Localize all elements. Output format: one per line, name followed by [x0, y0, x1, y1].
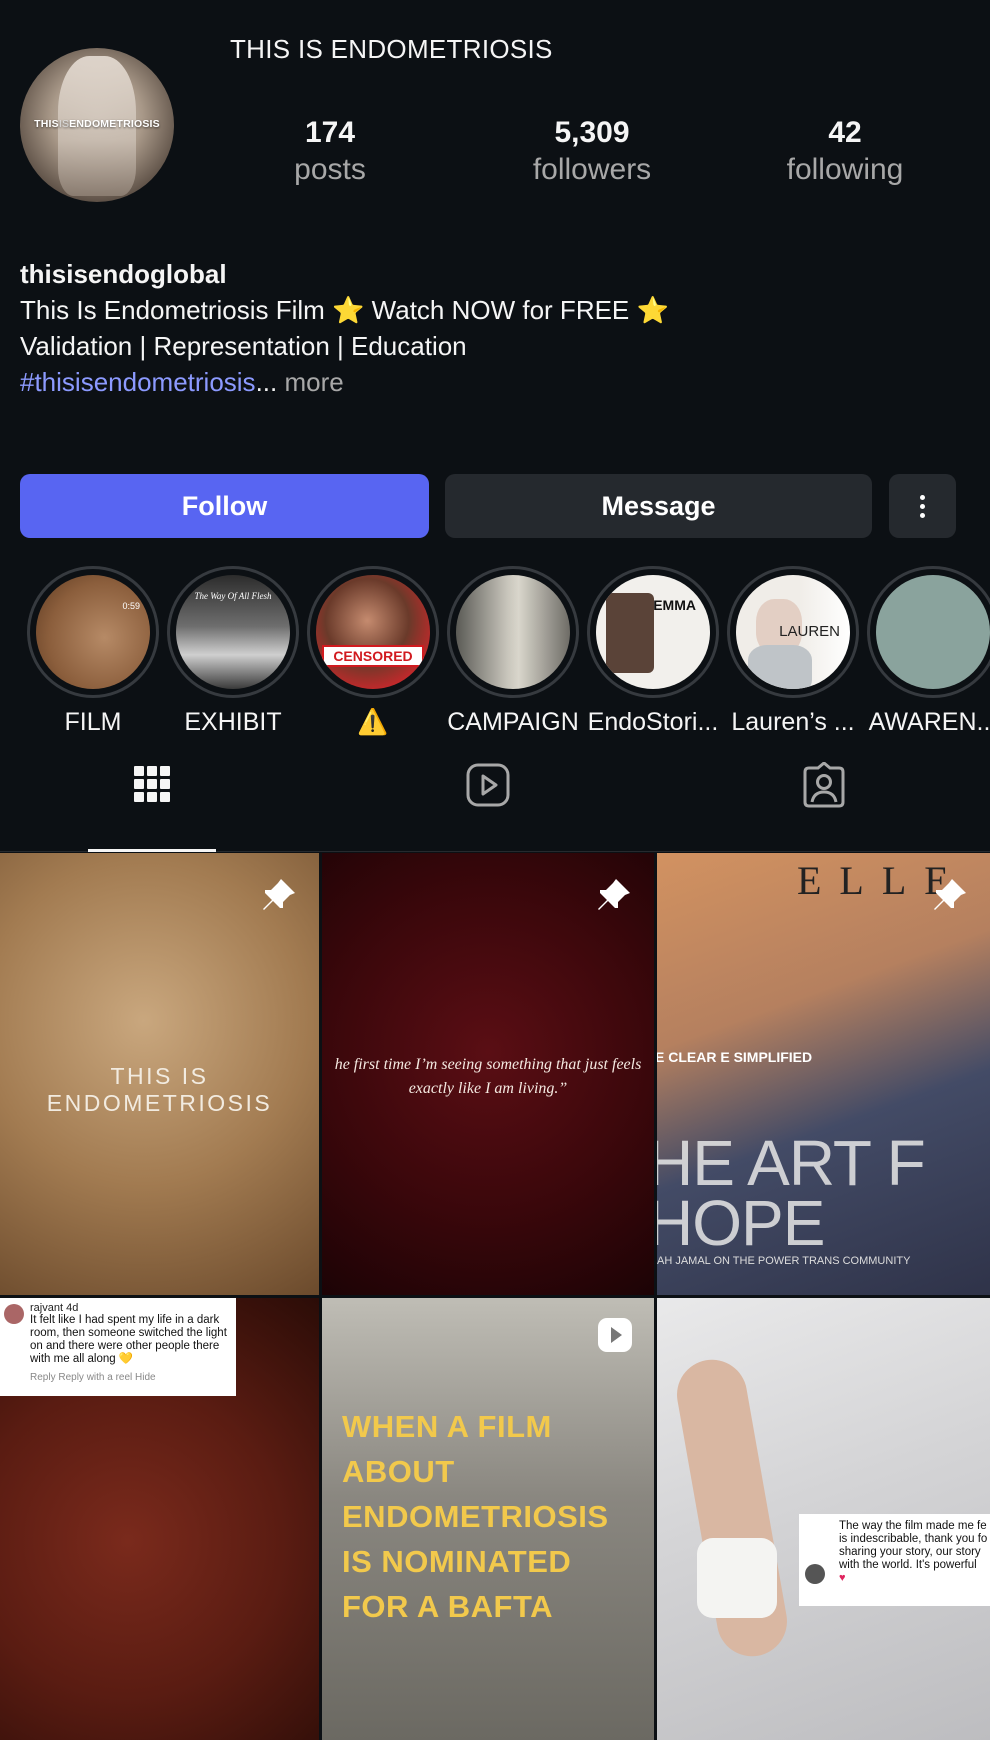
highlight-campaign[interactable]: CAMPAIGN: [447, 566, 579, 736]
pin-icon: [934, 879, 966, 910]
highlight-censored-tag: CENSORED: [322, 645, 424, 667]
stat-following-value: 42: [828, 116, 862, 149]
post-magazine-headline: HE ART F HOPE: [657, 1127, 926, 1259]
tab-tagged[interactable]: [760, 762, 888, 852]
highlight-exhibit[interactable]: The Way Of All Flesh EXHIBIT: [167, 566, 299, 736]
reels-icon: [466, 763, 510, 807]
highlight-endostories-cover: EMMA: [596, 575, 710, 689]
grid-icon: [134, 766, 170, 802]
stat-posts-value: 174: [304, 116, 356, 149]
highlight-film[interactable]: 0:59 FILM: [27, 566, 159, 736]
highlight-endostories[interactable]: EMMA EndoStori...: [587, 566, 719, 736]
post-magazine-cover-line: E CLEAR E SIMPLIFIED: [657, 1049, 813, 1065]
more-vertical-icon: [920, 494, 925, 518]
bio-line-3: #thisisendometriosis... more: [20, 364, 960, 400]
highlight-warning-label: ⚠️: [357, 708, 389, 736]
reel-icon: [598, 1318, 632, 1352]
comment-body: The way the film made me fe is indescrib…: [839, 1520, 988, 1571]
post-quote-text: he first time I’m seeing something that …: [334, 1056, 642, 1097]
highlight-campaign-cover: [456, 575, 570, 689]
bio-more-link[interactable]: more: [277, 367, 343, 397]
highlight-awareness[interactable]: AWAREN...: [867, 566, 990, 736]
stat-followers-label: followers: [532, 153, 652, 186]
highlight-film-duration: 0:59: [122, 601, 140, 611]
highlight-exhibit-caption: The Way Of All Flesh: [194, 591, 272, 601]
profile-tabs: [0, 740, 990, 852]
avatar[interactable]: THISISENDOMETRIOSIS: [20, 48, 174, 202]
stat-following[interactable]: 42 following: [745, 116, 945, 190]
post-tile[interactable]: THIS IS ENDOMETRIOSIS: [0, 853, 319, 1295]
more-options-button[interactable]: [889, 474, 956, 538]
stat-followers-value: 5,309: [554, 116, 630, 149]
post-bandage-shape: [697, 1538, 777, 1618]
pin-icon: [598, 879, 630, 910]
highlight-film-cover: 0:59: [36, 575, 150, 689]
bio-line-2: Validation | Representation | Education: [20, 331, 467, 361]
follow-button[interactable]: Follow: [20, 474, 429, 538]
highlight-endostories-name: EMMA: [653, 597, 696, 613]
highlight-lauren-name: LAUREN: [779, 623, 840, 640]
highlight-awareness-label: AWAREN...: [868, 708, 990, 736]
profile-actions: Follow Message: [20, 474, 960, 538]
bio-line-1: This Is Endometriosis Film ⭐ Watch NOW f…: [20, 295, 669, 325]
highlight-exhibit-label: EXHIBIT: [184, 708, 282, 736]
highlight-endostories-label: EndoStori...: [587, 708, 719, 736]
post-tile[interactable]: WHEN A FILM ABOUT ENDOMETRIOSIS IS NOMIN…: [322, 1298, 654, 1740]
highlight-warning-cover: CENSORED: [316, 575, 430, 689]
highlight-exhibit-cover: The Way Of All Flesh: [176, 575, 290, 689]
bio-hashtag-link[interactable]: #thisisendometriosis: [20, 367, 256, 397]
highlight-campaign-label: CAMPAIGN: [447, 708, 579, 736]
stat-posts[interactable]: 174 posts: [230, 116, 430, 190]
commenter-avatar: [4, 1304, 24, 1324]
pin-icon: [263, 879, 295, 910]
comment-body: It felt like I had spent my life in a da…: [30, 1314, 227, 1365]
avatar-logo-text: THISISENDOMETRIOSIS: [34, 118, 160, 130]
highlight-lauren[interactable]: LAUREN Lauren’s ...: [727, 566, 859, 736]
post-tile[interactable]: The way the film made me fe is indescrib…: [657, 1298, 990, 1740]
highlight-lauren-cover: LAUREN: [736, 575, 850, 689]
post-headline-text: WHEN A FILM ABOUT ENDOMETRIOSIS IS NOMIN…: [342, 1409, 609, 1624]
message-button[interactable]: Message: [445, 474, 872, 538]
highlight-awareness-cover: [876, 575, 990, 689]
profile-bio: thisisendoglobal This Is Endometriosis F…: [20, 256, 960, 400]
comment-user: rajvant 4d: [30, 1302, 79, 1314]
stat-followers[interactable]: 5,309 followers: [492, 116, 692, 190]
post-magazine-caption: AH JAMAL ON THE POWER TRANS COMMUNITY: [657, 1255, 911, 1267]
heart-icon: ♥: [839, 1572, 846, 1584]
stat-following-label: following: [786, 153, 904, 186]
stat-posts-label: posts: [294, 153, 366, 186]
post-comment-card: rajvant 4d It felt like I had spent my l…: [0, 1298, 236, 1396]
profile-display-name: THIS IS ENDOMETRIOSIS: [230, 34, 553, 64]
profile-username: thisisendoglobal: [20, 259, 227, 289]
post-tile[interactable]: ELLE E CLEAR E SIMPLIFIED HE ART F HOPE …: [657, 853, 990, 1295]
posts-grid: THIS IS ENDOMETRIOSIS he first time I’m …: [0, 853, 990, 1740]
highlight-film-label: FILM: [64, 708, 122, 736]
tab-posts[interactable]: [88, 762, 216, 852]
highlight-lauren-label: Lauren’s ...: [731, 708, 855, 736]
tagged-icon: [803, 762, 845, 808]
post-title-text: THIS IS ENDOMETRIOSIS: [46, 1063, 273, 1116]
profile-stats: 174 posts 5,309 followers 42 following: [230, 116, 960, 196]
post-tile[interactable]: rajvant 4d It felt like I had spent my l…: [0, 1298, 319, 1740]
post-tile[interactable]: he first time I’m seeing something that …: [322, 853, 654, 1295]
bio-ellipsis: ...: [255, 367, 278, 397]
post-comment-card: The way the film made me fe is indescrib…: [799, 1514, 990, 1606]
story-highlights: 0:59 FILM The Way Of All Flesh EXHIBIT C…: [0, 566, 990, 736]
commenter-avatar: [805, 1564, 825, 1584]
comment-actions: Reply Reply with a reel Hide: [30, 1372, 156, 1383]
highlight-warning[interactable]: CENSORED ⚠️: [307, 566, 439, 736]
tab-reels[interactable]: [424, 762, 552, 852]
